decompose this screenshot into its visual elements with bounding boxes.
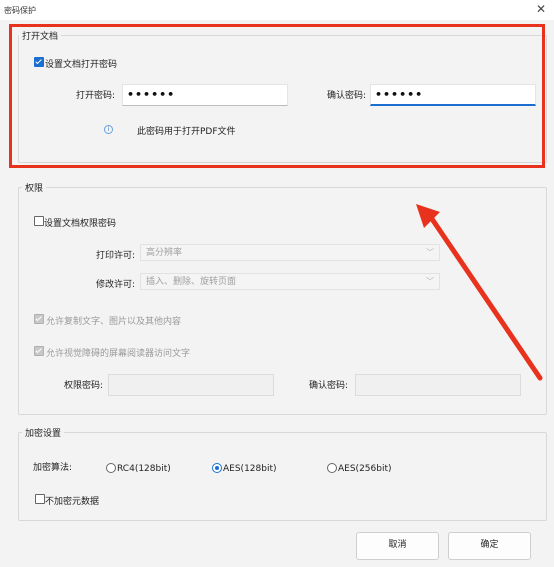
allow-copy-checkbox[interactable] xyxy=(34,314,44,324)
confirm-password-label: 确认密码: xyxy=(327,91,367,101)
permission-password-input[interactable] xyxy=(108,374,274,396)
chevron-down-icon: ﹀ xyxy=(426,248,434,257)
title-bar: 密码保护 ✕ xyxy=(0,0,554,20)
set-open-password-checkbox[interactable] xyxy=(34,57,44,67)
encryption-legend: 加密设置 xyxy=(22,426,65,439)
modify-permission-label: 修改许可: xyxy=(96,280,136,290)
rc4-radio[interactable] xyxy=(106,463,116,473)
close-icon[interactable]: ✕ xyxy=(536,2,546,16)
chevron-down-icon: ﹀ xyxy=(426,277,434,286)
cancel-button[interactable]: 取消 xyxy=(356,532,439,560)
aes128-label[interactable]: AES(128bit) xyxy=(223,464,277,474)
encryption-group xyxy=(18,432,547,521)
aes256-label[interactable]: AES(256bit) xyxy=(338,464,392,474)
confirm-password-input[interactable]: •••••• xyxy=(370,84,536,106)
permission-confirm-label: 确认密码: xyxy=(309,381,349,391)
set-open-password-label[interactable]: 设置文档打开密码 xyxy=(45,57,117,70)
open-password-input[interactable]: •••••• xyxy=(122,84,288,106)
window-title: 密码保护 xyxy=(4,6,36,15)
print-permission-select[interactable]: 高分辨率 ﹀ xyxy=(140,244,440,261)
modify-permission-select[interactable]: 插入、删除、旋转页面 ﹀ xyxy=(140,273,440,290)
set-permission-password-checkbox[interactable] xyxy=(34,216,44,226)
print-permission-label: 打印许可: xyxy=(96,251,136,261)
open-password-label: 打开密码: xyxy=(76,91,116,101)
print-permission-value: 高分辨率 xyxy=(146,248,183,258)
allow-reader-checkbox[interactable] xyxy=(34,346,44,356)
info-text: 此密码用于打开PDF文件 xyxy=(137,127,236,137)
open-doc-legend: 打开文档 xyxy=(19,29,62,42)
aes128-radio[interactable] xyxy=(212,463,222,473)
no-metadata-label[interactable]: 不加密元数据 xyxy=(45,494,99,507)
permission-password-label: 权限密码: xyxy=(64,381,104,391)
modify-permission-value: 插入、删除、旋转页面 xyxy=(146,277,237,287)
permission-confirm-input[interactable] xyxy=(355,374,521,396)
rc4-label[interactable]: RC4(128bit) xyxy=(117,464,171,474)
algorithm-label: 加密算法: xyxy=(33,463,73,473)
allow-reader-label[interactable]: 允许视觉障碍的屏幕阅读器访问文字 xyxy=(46,346,190,359)
aes256-radio[interactable] xyxy=(327,463,337,473)
info-icon: i xyxy=(104,125,113,134)
ok-button[interactable]: 确定 xyxy=(448,532,531,560)
allow-copy-label[interactable]: 允许复制文字、图片以及其他内容 xyxy=(46,314,181,327)
permissions-legend: 权限 xyxy=(22,181,47,194)
set-permission-password-label[interactable]: 设置文档权限密码 xyxy=(44,216,116,229)
no-metadata-checkbox[interactable] xyxy=(35,494,45,504)
